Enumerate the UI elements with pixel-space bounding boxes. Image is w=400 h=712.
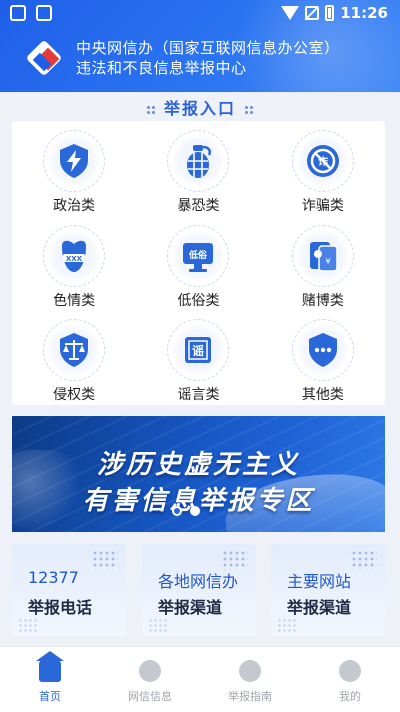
category-fraud[interactable]: 诈 诈骗类: [261, 121, 385, 216]
scales-icon: [60, 333, 89, 368]
category-other[interactable]: 其他类: [261, 310, 385, 405]
status-time: 11:26: [340, 4, 388, 22]
compass-icon: [239, 660, 261, 682]
category-label: 政治类: [53, 198, 96, 214]
nav-info[interactable]: 网信信息: [100, 647, 200, 712]
svg-text:低俗: 低俗: [188, 249, 208, 261]
category-label: 诈骗类: [301, 198, 344, 214]
rumor-icon: 谣: [185, 337, 212, 364]
quick-link-major-sites[interactable]: 主要网站 举报渠道: [271, 544, 385, 636]
quick-link-bottom: 举报渠道: [287, 598, 352, 617]
image-notification-icon: [36, 5, 52, 21]
app-header: 11:26 中央网信办（国家互联网信息办公室） 违法和不良信息举报中心: [0, 0, 400, 92]
nav-guide[interactable]: 举报指南: [200, 647, 300, 712]
category-rumor[interactable]: 谣 谣言类: [136, 310, 260, 405]
section-title-text: 举报入口: [163, 99, 236, 118]
svg-text:诈: 诈: [318, 155, 328, 168]
category-terror[interactable]: 暴恐类: [136, 121, 260, 216]
app-notification-icon: [10, 5, 26, 21]
shield-more-icon: [308, 333, 337, 368]
banner-pagination: [172, 506, 200, 516]
user-icon: [339, 660, 361, 682]
svg-text:谣: 谣: [192, 343, 204, 358]
dots-decoration-icon: [244, 104, 254, 115]
category-label: 色情类: [53, 292, 96, 309]
list-icon: [139, 660, 161, 682]
category-label: 其他类: [301, 387, 344, 404]
svg-text:XXX: XXX: [66, 255, 83, 263]
dots-decoration-icon: [145, 104, 156, 115]
quick-link-top: 各地网信办: [158, 572, 239, 591]
nav-label: 举报指南: [228, 690, 272, 703]
wifi-icon: [281, 6, 300, 20]
grenade-icon: [187, 145, 212, 178]
category-politics[interactable]: 政治类: [12, 121, 136, 216]
quick-link-bottom: 举报渠道: [158, 598, 223, 617]
battery-icon: [325, 5, 335, 21]
header-title-line2: 违法和不良信息举报中心: [76, 59, 247, 77]
brand: 中央网信办（国家互联网信息办公室） 违法和不良信息举报中心: [25, 38, 340, 78]
category-label: 赌博类: [301, 292, 344, 309]
cac-logo-icon: [25, 39, 66, 77]
adult-content-icon: XXX: [62, 240, 87, 272]
nav-label: 网信信息: [128, 690, 172, 703]
vulgar-monitor-icon: 低俗: [183, 242, 214, 272]
banner-dot[interactable]: [190, 506, 200, 516]
banner-line1: 涉历史虚无主义: [96, 450, 300, 480]
quick-link-top: 12377: [28, 568, 79, 587]
banner-dot[interactable]: [172, 506, 182, 516]
no-signal-icon: [305, 6, 320, 20]
nav-profile[interactable]: 我的: [300, 647, 400, 712]
playing-cards-icon: ¥: [309, 241, 338, 272]
svg-text:¥: ¥: [325, 257, 330, 266]
home-icon: [36, 651, 64, 682]
nav-home[interactable]: 首页: [0, 647, 100, 712]
category-vulgar[interactable]: 低俗 低俗类: [136, 216, 260, 311]
shield-lightning-icon: [60, 144, 89, 178]
category-label: 侵权类: [53, 387, 96, 404]
nav-label: 首页: [39, 690, 61, 703]
section-title: 举报入口: [0, 95, 400, 118]
category-porn[interactable]: XXX 色情类: [12, 216, 136, 311]
bottom-nav: 首页 网信信息 举报指南 我的: [0, 646, 400, 712]
category-infringement[interactable]: 侵权类: [12, 310, 136, 405]
category-label: 低俗类: [177, 292, 220, 309]
header-title-line1: 中央网信办（国家互联网信息办公室）: [76, 39, 340, 57]
nav-label: 我的: [339, 690, 361, 703]
category-label: 暴恐类: [177, 198, 220, 214]
quick-link-bottom: 举报电话: [28, 598, 93, 617]
category-gambling[interactable]: ¥ 赌博类: [261, 216, 385, 311]
no-fraud-icon: 诈: [306, 145, 339, 177]
status-bar: 11:26: [0, 0, 400, 26]
quick-link-hotline[interactable]: 12377 举报电话: [12, 544, 126, 636]
report-category-card: 政治类 暴恐类 诈 诈骗类 XXX 色情类 低俗 低俗类 ¥ 赌博类 侵权类 谣…: [12, 121, 385, 405]
quick-link-top: 主要网站: [287, 572, 352, 591]
category-label: 谣言类: [177, 387, 220, 404]
quick-link-local-offices[interactable]: 各地网信办 举报渠道: [142, 544, 256, 636]
